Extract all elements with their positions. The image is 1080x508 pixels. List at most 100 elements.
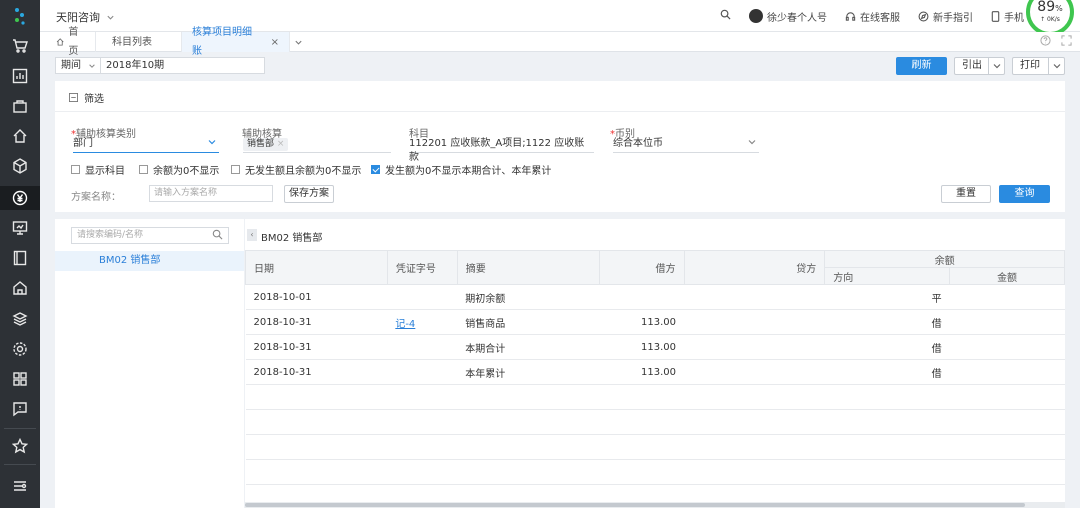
app-logo-icon[interactable] <box>10 6 30 26</box>
save-plan-button[interactable]: 保存方案 <box>284 185 334 203</box>
tab-list-chevron-icon[interactable] <box>290 32 306 52</box>
apps-grid-icon[interactable] <box>10 369 30 389</box>
col-summary: 摘要 <box>456 250 600 285</box>
table-row-empty <box>245 409 1065 435</box>
help-icon[interactable] <box>1040 35 1051 46</box>
company-switcher[interactable]: 天阳咨询 <box>56 9 115 25</box>
fullscreen-icon[interactable] <box>1061 35 1072 46</box>
table-row-empty <box>245 434 1065 460</box>
online-service-link[interactable]: 在线客服 <box>845 9 900 24</box>
tab-account-list[interactable]: 科目列表 <box>102 32 182 52</box>
compass-icon <box>918 11 929 21</box>
cell-credit <box>684 309 825 335</box>
report-chart-icon[interactable] <box>10 66 30 86</box>
plan-name-input[interactable]: 请输入方案名称 <box>149 185 273 202</box>
checkbox-box[interactable] <box>71 165 80 174</box>
tab-aux-detail-ledger[interactable]: 核算项目明细账 × <box>182 27 290 57</box>
aux-tag: 销售部 × <box>243 138 289 151</box>
star-icon[interactable] <box>10 436 30 456</box>
tree-search-placeholder: 请搜索编码/名称 <box>77 230 144 240</box>
reset-button[interactable]: 重置 <box>941 185 991 203</box>
hide-zero-total-checkbox[interactable]: 发生额为0不显示本期合计、本年累计 <box>371 162 551 177</box>
chevron-down-icon[interactable] <box>988 58 1004 74</box>
user-name: 徐少春个人号 <box>767 12 827 24</box>
cell-amount <box>949 309 1065 335</box>
gauge-percent: 89 <box>1037 0 1056 15</box>
tag-close-icon[interactable]: × <box>277 139 285 149</box>
currency-select[interactable]: 综合本位币 <box>613 137 759 153</box>
aux-select[interactable]: 销售部 × <box>243 137 391 153</box>
search-icon[interactable] <box>212 229 223 240</box>
period-value-field[interactable]: 2018年10期 <box>101 57 265 74</box>
col-direction: 方向 <box>824 267 951 285</box>
cell-summary: 本年累计 <box>457 359 600 385</box>
cell-summary: 本期合计 <box>457 334 600 360</box>
search-icon[interactable] <box>720 9 731 23</box>
chevron-down-icon <box>208 140 216 145</box>
table-row[interactable]: 2018-10-01 期初余额 平 <box>245 284 1065 310</box>
hide-no-amount-checkbox[interactable]: 无发生额且余额为0不显示 <box>231 162 361 177</box>
export-button[interactable]: 引出 <box>954 57 1005 75</box>
mobile-link[interactable]: 手机 <box>991 9 1024 24</box>
presentation-icon[interactable] <box>10 218 30 238</box>
cell-summary: 销售商品 <box>457 309 600 335</box>
cell-direction: 平 <box>824 284 950 310</box>
query-button[interactable]: 查询 <box>999 185 1050 203</box>
ledger-icon[interactable] <box>10 248 30 268</box>
headset-icon <box>845 11 856 21</box>
cart-icon[interactable] <box>10 36 30 56</box>
export-label: 引出 <box>962 60 982 71</box>
cell-amount <box>949 359 1065 385</box>
close-icon[interactable]: × <box>271 33 279 52</box>
table-row[interactable]: 2018-10-31 本期合计 113.00 借 <box>245 334 1065 360</box>
cell-debit <box>599 284 684 310</box>
collapse-left-icon[interactable]: ‹ <box>247 229 257 241</box>
tab-home[interactable]: 首页 <box>46 27 96 57</box>
checkbox-box-checked[interactable] <box>371 165 380 174</box>
tree-item-sales-dept[interactable]: BM02 销售部 <box>55 251 244 271</box>
scrollbar-thumb[interactable] <box>245 503 1025 507</box>
table-row[interactable]: 2018-10-31 本年累计 113.00 借 <box>245 359 1065 385</box>
aux-tree-panel: 请搜索编码/名称 BM02 销售部 <box>55 219 244 508</box>
finance-yen-icon[interactable] <box>0 186 40 210</box>
layers-icon[interactable] <box>10 309 30 329</box>
cell-debit: 113.00 <box>599 309 684 335</box>
avatar <box>749 9 763 23</box>
checkbox-box[interactable] <box>231 165 240 174</box>
home-icon[interactable] <box>10 126 30 146</box>
voucher-link[interactable]: 记-4 <box>395 319 415 330</box>
print-button[interactable]: 打印 <box>1012 57 1065 75</box>
checkbox-box[interactable] <box>139 165 148 174</box>
period-type-label: 期间 <box>61 60 81 71</box>
account-field[interactable]: 112201 应收账款_A项目;1122 应收账款 <box>409 137 594 163</box>
table-row-empty <box>245 384 1065 410</box>
cube-icon[interactable] <box>10 156 30 176</box>
newbie-guide-label: 新手指引 <box>933 12 973 24</box>
filter-toggle[interactable]: 筛选 <box>69 90 104 105</box>
col-credit: 贷方 <box>683 250 826 285</box>
refresh-button[interactable]: 刷新 <box>896 57 947 75</box>
cell-debit: 113.00 <box>599 334 684 360</box>
cell-voucher <box>387 359 458 385</box>
newbie-guide-link[interactable]: 新手指引 <box>918 9 973 24</box>
table-row[interactable]: 2018-10-31 记-4 销售商品 113.00 借 <box>245 309 1065 335</box>
show-account-checkbox[interactable]: 显示科目 <box>71 162 125 177</box>
tab-bar: 首页 科目列表 核算项目明细账 × <box>40 27 1080 57</box>
message-icon[interactable] <box>10 399 30 419</box>
aux-type-select[interactable]: 部门 <box>73 137 219 153</box>
period-type-select[interactable]: 期间 <box>55 57 101 74</box>
chevron-down-icon[interactable] <box>1048 58 1064 74</box>
menu-settings-icon[interactable] <box>10 476 30 496</box>
mobile-label: 手机 <box>1004 12 1024 24</box>
gear-icon[interactable] <box>10 339 30 359</box>
bag-icon[interactable] <box>10 96 30 116</box>
horizontal-scrollbar[interactable] <box>245 502 1065 508</box>
hide-zero-balance-checkbox[interactable]: 余额为0不显示 <box>139 162 219 177</box>
cell-direction: 借 <box>824 359 950 385</box>
rail-divider <box>4 428 36 429</box>
tree-search-input[interactable]: 请搜索编码/名称 <box>71 227 229 244</box>
building-icon[interactable] <box>10 278 30 298</box>
user-menu[interactable]: 徐少春个人号 <box>749 9 827 24</box>
chevron-down-icon <box>107 15 114 20</box>
filter-title: 筛选 <box>84 94 104 105</box>
